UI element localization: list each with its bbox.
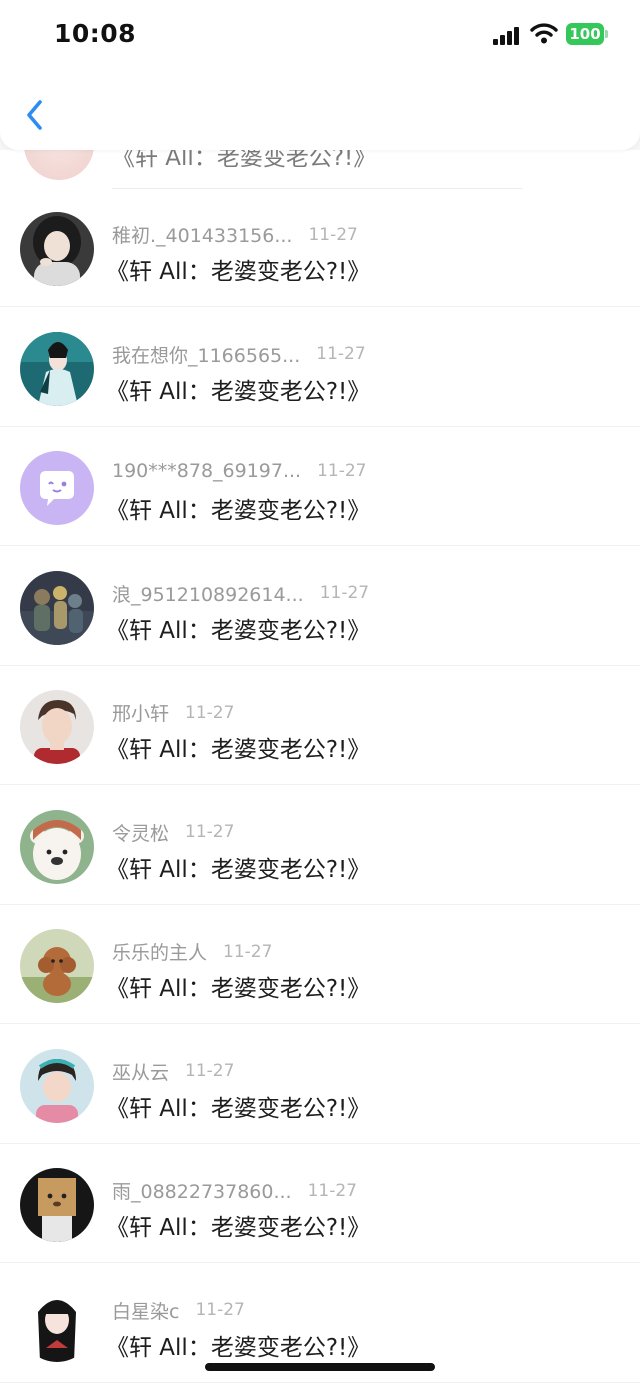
avatar[interactable] xyxy=(20,1168,94,1242)
avatar[interactable] xyxy=(20,331,94,406)
list-item[interactable]: 巫从云 11-27 《轩 All：老婆变老公?!》 xyxy=(0,1025,640,1144)
avatar[interactable] xyxy=(20,809,94,884)
user-name: 巫从云 xyxy=(112,1061,170,1084)
cellular-signal-icon xyxy=(493,27,523,45)
user-name: 令灵松 xyxy=(112,822,170,845)
user-name: 我在想你_1166565... xyxy=(112,344,301,367)
list-item[interactable]: 稚初._401433156... 11-27 《轩 All：老婆变老公?!》 xyxy=(0,188,640,307)
avatar[interactable] xyxy=(20,929,94,1003)
timestamp: 11-27 xyxy=(223,941,273,962)
user-name: 白星染c xyxy=(112,1300,180,1323)
avatar[interactable] xyxy=(20,570,94,645)
timestamp: 11-27 xyxy=(185,702,235,723)
avatar[interactable] xyxy=(20,1048,94,1123)
user-name: 雨_08822737860... xyxy=(112,1181,292,1203)
list-item[interactable]: 190***878_69197... 11-27 《轩 All：老婆变老公?!》 xyxy=(0,427,640,546)
name-line: 稚初._401433156... 11-27 xyxy=(112,221,358,248)
list-item[interactable]: 乐乐的主人 11-27 《轩 All：老婆变老公?!》 xyxy=(0,905,640,1024)
list-item[interactable]: 浪_951210892614... 11-27 《轩 All：老婆变老公?!》 xyxy=(0,547,640,666)
name-line: 巫从云 11-27 xyxy=(112,1058,234,1084)
message-text: 《轩 All：老婆变老公?!》 xyxy=(106,378,371,405)
message-text: 《轩 All：老婆变老公?!》 xyxy=(106,737,371,763)
chevron-left-icon xyxy=(27,100,42,130)
user-name: 190***878_69197... xyxy=(112,460,302,482)
header: 10:08 100 xyxy=(0,0,640,150)
avatar[interactable] xyxy=(20,212,94,286)
name-line: 乐乐的主人 11-27 xyxy=(112,938,273,965)
message-text: 《轩 All：老婆变老公?!》 xyxy=(106,976,371,1002)
message-text: 《轩 All：老婆变老公?!》 xyxy=(106,856,371,883)
name-line: 190***878_69197... 11-27 xyxy=(112,460,367,486)
list-item[interactable]: 令灵松 11-27 《轩 All：老婆变老公?!》 xyxy=(0,786,640,905)
name-line: 雨_08822737860... 11-27 xyxy=(112,1177,357,1204)
message-list[interactable]: 《轩 All：老婆变老公?!》 稚初._401433156... 11-27 《轩 … xyxy=(0,150,640,1385)
message-text: 《轩 All：老婆变老公?!》 xyxy=(106,1215,371,1241)
list-item-partial[interactable]: 《轩 All：老婆变老公?!》 xyxy=(0,150,640,188)
timestamp: 11-27 xyxy=(185,1061,235,1081)
status-time: 10:08 xyxy=(54,19,137,48)
timestamp: 11-27 xyxy=(317,461,367,481)
message-text: 《轩 All：老婆变老公?!》 xyxy=(106,617,371,644)
user-name: 稚初._401433156... xyxy=(112,225,293,247)
message-text: 《轩 All：老婆变老公?!》 xyxy=(112,150,377,171)
timestamp: 11-27 xyxy=(316,344,366,364)
status-bar: 10:08 100 xyxy=(0,0,640,70)
battery-cap xyxy=(605,30,608,38)
list-item[interactable]: 雨_08822737860... 11-27 《轩 All：老婆变老公?!》 xyxy=(0,1144,640,1263)
avatar[interactable] xyxy=(20,690,94,764)
name-line: 邢小轩 11-27 xyxy=(112,699,235,726)
divider xyxy=(0,1381,640,1383)
avatar[interactable] xyxy=(20,451,94,525)
timestamp: 11-27 xyxy=(307,1180,357,1201)
list-item[interactable]: 邢小轩 11-27 《轩 All：老婆变老公?!》 xyxy=(0,666,640,785)
message-text: 《轩 All：老婆变老公?!》 xyxy=(106,498,371,524)
user-name: 浪_951210892614... xyxy=(112,583,304,606)
battery-icon: 100 xyxy=(566,23,604,45)
timestamp: 11-27 xyxy=(195,1300,245,1320)
message-text: 《轩 All：老婆变老公?!》 xyxy=(106,1095,371,1122)
list-item[interactable]: 我在想你_1166565... 11-27 《轩 All：老婆变老公?!》 xyxy=(0,308,640,427)
avatar xyxy=(24,150,94,180)
name-line: 白星染c 11-27 xyxy=(112,1297,245,1323)
avatar[interactable] xyxy=(20,1287,94,1362)
home-indicator xyxy=(205,1363,435,1371)
wifi-icon xyxy=(530,23,558,44)
back-button[interactable] xyxy=(18,92,54,138)
name-line: 令灵松 11-27 xyxy=(112,819,234,845)
message-text: 《轩 All：老婆变老公?!》 xyxy=(106,259,371,285)
user-name: 乐乐的主人 xyxy=(112,942,208,964)
name-line: 我在想你_1166565... 11-27 xyxy=(112,341,366,367)
timestamp: 11-27 xyxy=(308,224,358,245)
message-text: 《轩 All：老婆变老公?!》 xyxy=(106,1334,371,1361)
timestamp: 11-27 xyxy=(319,583,370,603)
name-line: 浪_951210892614... 11-27 xyxy=(112,580,369,606)
timestamp: 11-27 xyxy=(185,822,235,842)
user-name: 邢小轩 xyxy=(112,703,170,725)
